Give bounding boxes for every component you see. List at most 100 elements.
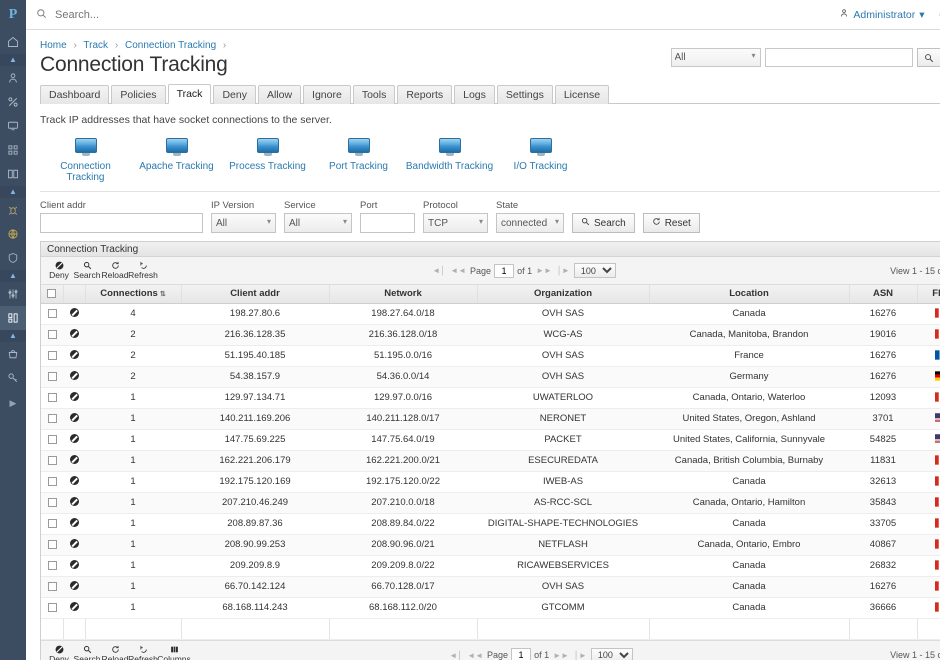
tab-policies[interactable]: Policies — [111, 85, 166, 104]
sidebar-item-users[interactable] — [0, 66, 26, 90]
client-addr-input[interactable] — [40, 213, 203, 233]
table-row[interactable]: 2 216.36.128.35 216.36.128.0/18 WCG-AS Canad… — [41, 324, 940, 346]
port-input[interactable] — [360, 213, 415, 233]
row-checkbox[interactable] — [47, 350, 57, 360]
row-checkbox[interactable] — [47, 392, 57, 402]
reload-button-bottom[interactable]: Reload — [101, 645, 129, 660]
select-all-checkbox[interactable] — [47, 289, 57, 299]
sidebar-item-apps[interactable] — [0, 138, 26, 162]
deny-row-icon[interactable] — [69, 433, 79, 443]
service-select[interactable]: All — [284, 213, 352, 233]
row-checkbox[interactable] — [47, 371, 57, 381]
table-row[interactable]: 1 68.168.114.243 68.168.112.0/20 GTCOMM Cana… — [41, 597, 940, 619]
notifications-bell-icon[interactable] — [937, 7, 940, 22]
deny-row-icon[interactable] — [69, 559, 79, 569]
columns-button[interactable]: Columns — [157, 645, 191, 660]
reload-button[interactable]: Reload — [101, 261, 129, 280]
table-row[interactable]: 4 198.27.80.6 198.27.64.0/18 OVH SAS Canada 1… — [41, 303, 940, 325]
deny-button-bottom[interactable]: Deny — [45, 645, 73, 660]
sidebar-item-monitor[interactable] — [0, 114, 26, 138]
row-checkbox[interactable] — [47, 413, 57, 423]
sidebar-item-statistics[interactable] — [0, 90, 26, 114]
row-checkbox[interactable] — [47, 329, 57, 339]
table-row[interactable]: 1 208.90.99.253 208.90.96.0/21 NETFLASH Cana… — [41, 534, 940, 556]
table-row[interactable]: 2 54.38.157.9 54.36.0.0/14 OVH SAS Germany 16… — [41, 366, 940, 388]
sidebar-item-docs[interactable] — [0, 162, 26, 186]
deny-row-icon[interactable] — [69, 517, 79, 527]
deny-row-icon[interactable] — [69, 454, 79, 464]
app-logo[interactable]: P — [0, 0, 26, 30]
sidebar-item-store[interactable] — [0, 342, 26, 366]
deny-row-icon[interactable] — [69, 349, 79, 359]
tab-allow[interactable]: Allow — [257, 85, 302, 104]
column-header-asn[interactable]: ASN — [849, 285, 918, 304]
tracking-link-connection-tracking[interactable]: Connection Tracking — [40, 138, 131, 183]
sidebar-item-security[interactable] — [0, 246, 26, 270]
table-row[interactable]: 1 147.75.69.225 147.75.64.0/19 PACKET United… — [41, 429, 940, 451]
breadcrumb-item-connection-tracking[interactable]: Connection Tracking — [125, 40, 216, 51]
column-header-location[interactable]: Location — [649, 285, 850, 304]
row-checkbox[interactable] — [47, 308, 57, 318]
tab-license[interactable]: License — [554, 85, 610, 104]
grid-search-button[interactable]: Search — [73, 261, 101, 280]
deny-row-icon[interactable] — [69, 307, 79, 317]
next-page-button-bottom[interactable]: ►► — [552, 651, 570, 660]
sidebar-item-tracking[interactable] — [0, 306, 26, 330]
deny-row-icon[interactable] — [69, 328, 79, 338]
tracking-link-process-tracking[interactable]: Process Tracking — [222, 138, 313, 172]
column-header-network[interactable]: Network — [329, 285, 478, 304]
row-checkbox[interactable] — [47, 455, 57, 465]
tab-tools[interactable]: Tools — [352, 85, 396, 104]
row-checkbox[interactable] — [47, 476, 57, 486]
table-row[interactable]: 1 129.97.134.71 129.97.0.0/16 UWATERLOO Cana… — [41, 387, 940, 409]
search-input[interactable] — [53, 7, 353, 22]
page-size-select-bottom[interactable]: 100 — [590, 647, 633, 660]
deny-row-icon[interactable] — [69, 370, 79, 380]
table-row[interactable]: 1 192.175.120.169 192.175.120.0/22 IWEB-AS C… — [41, 471, 940, 493]
sidebar-item-keys[interactable] — [0, 366, 26, 390]
row-checkbox[interactable] — [47, 539, 57, 549]
column-header-connections[interactable]: Connections ⇅ — [85, 285, 182, 304]
refresh-button[interactable]: Refresh — [128, 261, 158, 280]
next-page-button[interactable]: ►► — [535, 266, 553, 275]
deny-row-icon[interactable] — [69, 391, 79, 401]
refresh-button-bottom[interactable]: Refresh — [128, 645, 158, 660]
global-search[interactable] — [36, 7, 839, 22]
tab-deny[interactable]: Deny — [213, 85, 256, 104]
row-checkbox[interactable] — [47, 581, 57, 591]
last-page-button[interactable]: │► — [556, 266, 571, 275]
protocol-select[interactable]: TCP — [423, 213, 488, 233]
prev-page-button-bottom[interactable]: ◄◄ — [466, 651, 484, 660]
state-select[interactable]: connected — [496, 213, 564, 233]
row-checkbox[interactable] — [47, 497, 57, 507]
sidebar-item-home[interactable] — [0, 30, 26, 54]
deny-row-icon[interactable] — [69, 412, 79, 422]
column-header-organization[interactable]: Organization — [477, 285, 650, 304]
sidebar-item-settings-sliders[interactable] — [0, 282, 26, 306]
table-row[interactable]: 1 162.221.206.179 162.221.200.0/21 ESECURED… — [41, 450, 940, 472]
header-search-button[interactable] — [916, 48, 940, 67]
column-header-client-addr[interactable]: Client addr — [181, 285, 330, 304]
reset-button[interactable]: Reset — [642, 213, 700, 233]
tab-track[interactable]: Track — [167, 84, 212, 104]
last-page-button-bottom[interactable]: │► — [573, 651, 588, 660]
prev-page-button[interactable]: ◄◄ — [449, 266, 467, 275]
first-page-button-bottom[interactable]: ◄│ — [448, 651, 463, 660]
page-size-select[interactable]: 100 — [573, 263, 616, 278]
tracking-link-bandwidth-tracking[interactable]: Bandwidth Tracking — [404, 138, 495, 172]
tab-ignore[interactable]: Ignore — [303, 85, 351, 104]
table-row[interactable]: 1 207.210.46.249 207.210.0.0/18 AS-RCC-SCL C… — [41, 492, 940, 514]
table-row[interactable]: 1 209.209.8.9 209.209.8.0/22 RICAWEBSERVICE… — [41, 555, 940, 577]
deny-row-icon[interactable] — [69, 475, 79, 485]
search-button[interactable]: Search — [572, 213, 635, 233]
sidebar-item-malware[interactable] — [0, 198, 26, 222]
header-scope-select[interactable]: All — [670, 48, 761, 67]
table-row[interactable]: 1 208.89.87.36 208.89.84.0/22 DIGITAL-SHAPE… — [41, 513, 940, 535]
page-number-input[interactable] — [494, 263, 515, 278]
column-header-flag[interactable]: Flag — [917, 285, 940, 304]
breadcrumb-item-home[interactable]: Home — [40, 40, 67, 51]
table-row[interactable]: 1 140.211.169.206 140.211.128.0/17 NERONET U… — [41, 408, 940, 430]
sidebar-item-network[interactable] — [0, 222, 26, 246]
tab-dashboard[interactable]: Dashboard — [40, 85, 110, 104]
sidebar-caret-4[interactable]: ▲ — [0, 330, 26, 342]
